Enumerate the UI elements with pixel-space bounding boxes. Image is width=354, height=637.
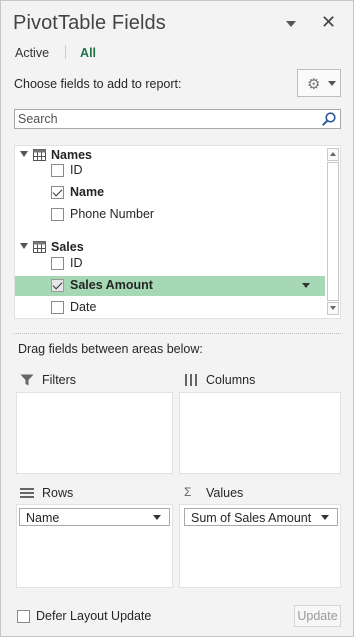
tools-button[interactable]: ⚙ xyxy=(297,69,341,97)
field-checkbox[interactable] xyxy=(51,257,64,270)
field-list: Names ID Name Phone Number Sales ID Sale… xyxy=(14,145,341,319)
field-row-names-id[interactable]: ID xyxy=(15,161,325,181)
tab-all[interactable]: All xyxy=(80,46,96,60)
pill-label: Sum of Sales Amount xyxy=(191,511,312,525)
area-title: Columns xyxy=(206,373,256,387)
field-checkbox[interactable] xyxy=(51,164,64,177)
field-label: Phone Number xyxy=(70,207,155,221)
field-checkbox[interactable] xyxy=(51,186,64,199)
defer-checkbox[interactable] xyxy=(17,610,30,623)
table-icon xyxy=(33,149,46,161)
field-dropdown-icon[interactable] xyxy=(302,283,310,288)
values-drop-zone[interactable]: Sum of Sales Amount xyxy=(179,504,341,588)
columns-area-header: Columns xyxy=(184,372,334,390)
close-icon[interactable]: ✕ xyxy=(321,12,336,32)
rows-area-header: Rows xyxy=(20,485,170,503)
sigma-icon: Σ xyxy=(184,485,192,499)
field-row-sales-date[interactable]: Date xyxy=(15,298,325,318)
table-icon xyxy=(33,241,46,253)
field-list-scrollbar[interactable] xyxy=(326,146,340,318)
defer-label: Defer Layout Update xyxy=(36,609,152,623)
pane-title: PivotTable Fields xyxy=(13,12,166,34)
values-field-pill[interactable]: Sum of Sales Amount xyxy=(184,508,338,526)
rows-drop-zone[interactable]: Name xyxy=(16,504,173,588)
pivottable-fields-pane: PivotTable Fields ✕ Active All Choose fie… xyxy=(0,0,354,637)
columns-icon xyxy=(185,374,197,386)
area-title: Values xyxy=(206,486,244,500)
field-row-names-phone-number[interactable]: Phone Number xyxy=(15,205,325,225)
filters-drop-zone[interactable] xyxy=(16,392,173,474)
collapse-icon[interactable] xyxy=(20,151,28,157)
table-name: Sales xyxy=(51,240,84,254)
chevron-down-icon[interactable] xyxy=(321,515,329,520)
field-label: Date xyxy=(70,300,97,314)
field-tabs: Active All xyxy=(15,45,112,60)
table-name: Names xyxy=(51,148,92,162)
tab-divider xyxy=(65,45,67,59)
field-row-sales-id[interactable]: ID xyxy=(15,254,325,274)
field-label: ID xyxy=(70,163,83,177)
field-checkbox[interactable] xyxy=(51,279,64,292)
scroll-down-icon[interactable] xyxy=(327,302,339,315)
drag-fields-label: Drag fields between areas below: xyxy=(18,342,203,356)
search-box xyxy=(14,109,341,129)
field-label: ID xyxy=(70,256,83,270)
update-button[interactable]: Update xyxy=(294,605,341,627)
choose-fields-label: Choose fields to add to report: xyxy=(14,77,182,91)
area-title: Filters xyxy=(42,373,77,387)
scroll-up-icon[interactable] xyxy=(327,148,339,161)
gear-icon: ⚙ xyxy=(307,76,321,93)
field-row-names-name[interactable]: Name xyxy=(15,183,325,203)
pill-label: Name xyxy=(26,511,60,525)
section-splitter[interactable] xyxy=(14,333,341,334)
field-checkbox[interactable] xyxy=(51,301,64,314)
search-icon[interactable] xyxy=(321,111,337,127)
field-checkbox[interactable] xyxy=(51,208,64,221)
rows-field-pill[interactable]: Name xyxy=(19,508,170,526)
columns-drop-zone[interactable] xyxy=(179,392,341,474)
tab-active[interactable]: Active xyxy=(15,46,49,60)
filters-area-header: Filters xyxy=(20,372,170,390)
chevron-down-icon xyxy=(328,81,336,86)
scroll-thumb[interactable] xyxy=(327,162,339,301)
collapse-icon[interactable] xyxy=(20,243,28,249)
filter-icon xyxy=(20,374,34,386)
chevron-down-icon[interactable] xyxy=(153,515,161,520)
area-title: Rows xyxy=(42,486,74,500)
task-pane-options-dropdown[interactable] xyxy=(284,18,298,30)
field-label: Name xyxy=(70,185,105,199)
rows-icon xyxy=(20,488,34,498)
field-label: Sales Amount xyxy=(70,278,153,292)
values-area-header: Σ Values xyxy=(184,485,334,503)
field-row-sales-amount[interactable]: Sales Amount xyxy=(15,276,325,296)
search-input[interactable] xyxy=(15,110,315,128)
